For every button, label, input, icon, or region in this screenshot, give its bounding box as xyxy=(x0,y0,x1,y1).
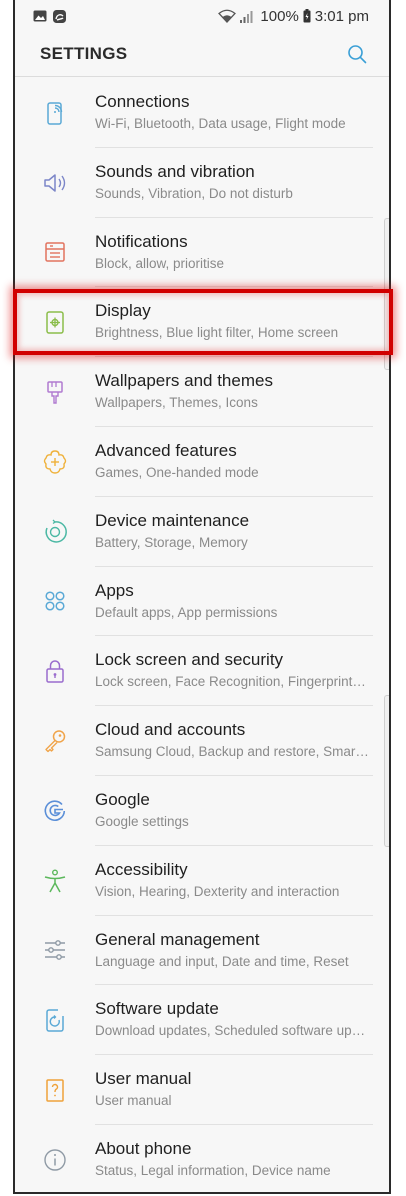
settings-item-title: Advanced features xyxy=(95,440,237,460)
settings-item-title: Google xyxy=(95,789,150,809)
settings-item-text: Google Google settings xyxy=(95,790,369,831)
brush-icon xyxy=(47,381,63,404)
battery-icon xyxy=(303,9,311,23)
status-bar: 100% 3:01 pm xyxy=(15,0,389,32)
settings-item-subtitle: Battery, Storage, Memory xyxy=(95,534,248,550)
settings-item-subtitle: Games, One-handed mode xyxy=(95,464,259,480)
settings-item-text: Wallpapers and themes Wallpapers, Themes,… xyxy=(95,371,369,412)
scroll-edge-top xyxy=(384,218,389,370)
search-button[interactable] xyxy=(345,42,369,66)
advanced-features-icon xyxy=(43,450,67,474)
settings-item-update[interactable]: Software update Download updates, Schedul… xyxy=(15,985,389,1056)
settings-item-connections[interactable]: Connections Wi-Fi, Bluetooth, Data usage,… xyxy=(15,78,389,148)
settings-item-text: Apps Default apps, App permissions xyxy=(95,581,369,622)
settings-item-subtitle: Wi-Fi, Bluetooth, Data usage, Flight mod… xyxy=(95,116,346,131)
settings-item-title: Lock screen and security xyxy=(95,650,284,670)
settings-item-text: General management Language and input, Da… xyxy=(95,930,369,971)
settings-item-title: Display xyxy=(95,301,151,321)
settings-item-title: Sounds and vibration xyxy=(95,161,255,181)
signal-icon xyxy=(240,10,253,23)
settings-item-subtitle: Wallpapers, Themes, Icons xyxy=(95,395,258,411)
lock-icon xyxy=(46,660,64,684)
settings-list: Connections Wi-Fi, Bluetooth, Data usage,… xyxy=(15,78,389,1192)
settings-item-text: Accessibility Vision, Hearing, Dexterity … xyxy=(95,860,369,901)
settings-item-title: Cloud and accounts xyxy=(95,720,246,740)
google-icon xyxy=(44,800,66,821)
display-icon xyxy=(46,311,64,335)
settings-item-title: Wallpapers and themes xyxy=(95,371,273,391)
battery-percent: 100% xyxy=(260,7,299,25)
settings-item-text: Advanced features Games, One-handed mode xyxy=(95,441,369,482)
settings-item-text: Device maintenance Battery, Storage, Memo… xyxy=(95,511,369,552)
settings-item-title: Accessibility xyxy=(95,859,188,879)
settings-item-title: Software update xyxy=(95,999,219,1019)
settings-item-advanced[interactable]: Advanced features Games, One-handed mode xyxy=(15,427,389,497)
settings-item-subtitle: Google settings xyxy=(95,813,189,829)
settings-item-about[interactable]: About phone Status, Legal information, De… xyxy=(15,1125,389,1192)
header-divider xyxy=(15,76,389,77)
settings-item-subtitle: Lock screen, Face Recognition, Fingerpri… xyxy=(95,674,369,690)
notifications-icon xyxy=(45,242,65,263)
settings-item-maintenance[interactable]: Device maintenance Battery, Storage, Memo… xyxy=(15,497,389,567)
search-icon xyxy=(348,45,367,64)
settings-item-subtitle: Brightness, Blue light filter, Home scre… xyxy=(95,325,339,341)
settings-item-title: Connections xyxy=(95,92,190,111)
settings-item-text: Display Brightness, Blue light filter, Ho… xyxy=(95,301,369,342)
settings-item-subtitle: Default apps, App permissions xyxy=(95,604,278,620)
settings-item-notifications[interactable]: Notifications Block, allow, prioritise xyxy=(15,218,389,288)
app-notification-icon xyxy=(53,9,66,23)
settings-item-title: User manual xyxy=(95,1069,192,1089)
settings-item-subtitle: User manual xyxy=(95,1093,172,1109)
settings-item-subtitle: Status, Legal information, Device name xyxy=(95,1162,331,1178)
settings-item-title: General management xyxy=(95,929,260,949)
settings-item-title: About phone xyxy=(95,1138,192,1158)
settings-item-text: Connections Wi-Fi, Bluetooth, Data usage,… xyxy=(95,92,369,133)
settings-item-subtitle: Block, allow, prioritise xyxy=(95,255,225,271)
key-icon xyxy=(45,730,66,753)
settings-item-accessibility[interactable]: Accessibility Vision, Hearing, Dexterity … xyxy=(15,846,389,916)
settings-item-subtitle: Vision, Hearing, Dexterity and interacti… xyxy=(95,883,340,899)
settings-item-lock[interactable]: Lock screen and security Lock screen, Fac… xyxy=(15,636,389,707)
settings-item-title: Notifications xyxy=(95,231,188,251)
settings-item-sounds[interactable]: Sounds and vibration Sounds, Vibration, D… xyxy=(15,148,389,218)
settings-item-subtitle: Samsung Cloud, Backup and restore, Smart… xyxy=(95,744,369,760)
settings-item-apps[interactable]: Apps Default apps, App permissions xyxy=(15,567,389,637)
settings-item-wallpapers[interactable]: Wallpapers and themes Wallpapers, Themes,… xyxy=(15,357,389,427)
speaker-icon xyxy=(44,173,66,192)
sliders-icon xyxy=(45,940,65,961)
settings-item-text: Lock screen and security Lock screen, Fac… xyxy=(95,650,369,691)
settings-item-title: Device maintenance xyxy=(95,510,250,530)
scroll-edge-bottom xyxy=(384,695,389,847)
gallery-notification-icon xyxy=(33,10,47,22)
wifi-icon xyxy=(218,9,237,23)
settings-item-title: Apps xyxy=(95,580,134,600)
settings-item-google[interactable]: Google Google settings xyxy=(15,776,389,846)
settings-screen: 100% 3:01 pm SETTINGS Connections Wi-Fi, … xyxy=(13,0,391,1194)
settings-item-text: Cloud and accounts Samsung Cloud, Backup … xyxy=(95,720,369,761)
page-title: SETTINGS xyxy=(40,44,128,63)
software-update-icon xyxy=(46,1009,64,1032)
settings-item-subtitle: Download updates, Scheduled software up… xyxy=(95,1023,366,1039)
app-header: SETTINGS xyxy=(15,32,389,76)
settings-item-general[interactable]: General management Language and input, Da… xyxy=(15,916,389,986)
apps-icon xyxy=(45,591,65,612)
accessibility-icon xyxy=(44,869,66,893)
settings-item-text: About phone Status, Legal information, De… xyxy=(95,1139,369,1180)
user-manual-icon xyxy=(46,1079,64,1102)
device-maintenance-icon xyxy=(45,519,67,543)
settings-item-text: Sounds and vibration Sounds, Vibration, D… xyxy=(95,162,369,203)
settings-item-manual[interactable]: User manual User manual xyxy=(15,1055,389,1125)
settings-item-display[interactable]: Display Brightness, Blue light filter, Ho… xyxy=(15,287,389,358)
settings-item-text: Software update Download updates, Schedul… xyxy=(95,999,369,1040)
clock: 3:01 pm xyxy=(314,7,369,25)
settings-item-text: User manual User manual xyxy=(95,1069,369,1110)
settings-item-cloud[interactable]: Cloud and accounts Samsung Cloud, Backup … xyxy=(15,706,389,776)
settings-item-subtitle: Language and input, Date and time, Reset xyxy=(95,953,349,969)
connections-icon xyxy=(47,102,63,125)
settings-item-text: Notifications Block, allow, prioritise xyxy=(95,232,369,273)
info-icon xyxy=(44,1149,66,1171)
settings-item-subtitle: Sounds, Vibration, Do not disturb xyxy=(95,185,293,201)
